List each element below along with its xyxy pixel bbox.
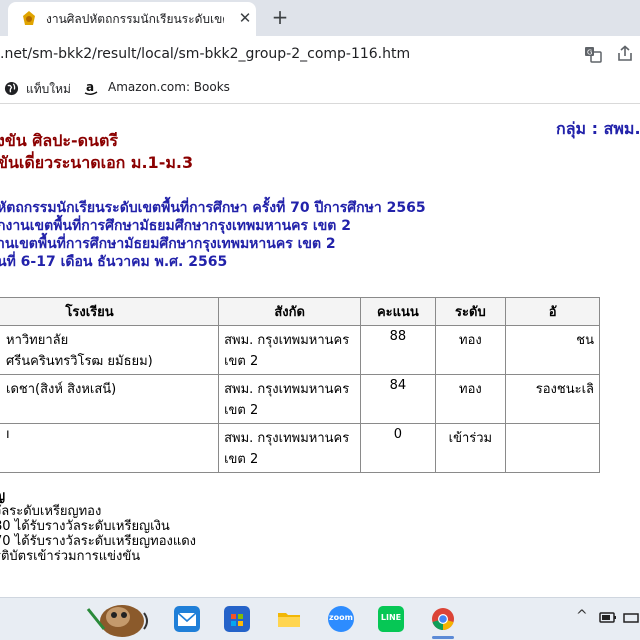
active-app-indicator <box>432 636 454 639</box>
line-icon[interactable]: LINE <box>378 606 404 632</box>
address-bar[interactable]: .net/sm-bkk2/result/local/sm-bkk2_group-… <box>0 46 410 62</box>
event-info-line: นที่ 6-17 เดือน ธันวาคม พ.ศ. 2565 <box>0 254 228 270</box>
tab-strip: งานศิลปหัตถกรรมนักเรียนระดับเขตพื้นที่ ✕… <box>0 0 640 36</box>
level-cell: ทอง <box>434 325 507 375</box>
award-cell: รองชนะเลิ <box>505 374 600 424</box>
score-cell: 88 <box>360 325 436 375</box>
weather-widget-icon[interactable] <box>82 599 154 639</box>
legend-line: 80 ได้รับรางวัลระดับเหรียญเงิน <box>0 519 170 534</box>
address-toolbar: .net/sm-bkk2/result/local/sm-bkk2_group-… <box>0 36 640 72</box>
envelope-glyph-icon <box>177 612 197 626</box>
chrome-icon[interactable] <box>430 606 456 632</box>
folder-icon[interactable] <box>276 606 302 632</box>
zoom-icon[interactable]: zoom <box>328 606 354 632</box>
store-icon[interactable] <box>224 606 250 632</box>
new-tab-button[interactable]: + <box>268 4 292 30</box>
amazon-icon: a <box>84 80 98 95</box>
translate-icon[interactable]: G <box>584 45 602 63</box>
col-affiliation: สังกัด <box>218 297 362 326</box>
seal-favicon-icon <box>23 11 35 25</box>
svg-text:a: a <box>86 80 94 94</box>
col-award: อั <box>505 297 600 326</box>
table-header-row: โรงเรียน สังกัด คะแนน ระดับ อั <box>0 297 600 326</box>
level-cell: ทอง <box>434 374 507 424</box>
score-cell: 84 <box>360 374 436 424</box>
tab-title: งานศิลปหัตถกรรมนักเรียนระดับเขตพื้นที่ <box>46 12 224 26</box>
taskbar: zoom LINE ^ <box>0 597 640 640</box>
results-table: โรงเรียน สังกัด คะแนน ระดับ อั หาวิทยาลั… <box>0 297 600 473</box>
store-tiles-icon <box>231 614 243 626</box>
group-label: กลุ่ม : สพม. <box>556 119 640 138</box>
bookmark-new-tab[interactable]: แท็บใหม่ <box>26 80 71 99</box>
table-row: หาวิทยาลัยศรีนครินทรวิโรฒ ยมัธยม) สพม. ก… <box>0 325 600 375</box>
tray-overflow-icon[interactable]: ^ <box>576 608 588 624</box>
school-cell: เดชา(สิงห์ สิงหเสนี) <box>0 374 220 424</box>
share-icon[interactable] <box>616 45 634 63</box>
legend-line: 70 ได้รับรางวัลระดับเหรียญทองแดง <box>0 534 197 549</box>
col-school: โรงเรียน <box>0 297 220 326</box>
award-cell <box>505 423 600 473</box>
school-cell: หาวิทยาลัยศรีนครินทรวิโรฒ ยมัธยม) <box>0 325 220 375</box>
col-level: ระดับ <box>434 297 507 326</box>
affiliation-cell: สพม. กรุงเทพมหานคร เขต 2 <box>218 325 362 375</box>
bookmarks-bar: แท็บใหม่ a Amazon.com: Books <box>0 72 640 104</box>
legend-line: วัลระดับเหรียญทอง <box>0 504 102 519</box>
award-cell: ชน <box>505 325 600 375</box>
competition-subtitle: ขันเดี่ยวระนาดเอก ม.1-ม.3 <box>0 153 194 172</box>
page-content: ่งขัน ศิลปะ-ดนตรี ขันเดี่ยวระนาดเอก ม.1-… <box>0 105 640 597</box>
globe-icon <box>4 81 19 96</box>
school-cell: ı <box>0 423 220 473</box>
active-tab[interactable]: งานศิลปหัตถกรรมนักเรียนระดับเขตพื้นที่ ✕ <box>8 2 256 36</box>
bookmark-amazon-books[interactable]: Amazon.com: Books <box>108 80 230 94</box>
score-cell: 0 <box>360 423 436 473</box>
score-legend: ญ วัลระดับเหรียญทอง 80 ได้รับรางวัลระดับ… <box>0 489 196 564</box>
mail-icon[interactable] <box>174 606 200 632</box>
close-tab-icon[interactable]: ✕ <box>236 8 254 28</box>
table-row: ı สพม. กรุงเทพมหานคร เขต 2 0 เข้าร่วม <box>0 423 600 473</box>
table-row: เดชา(สิงห์ สิงหเสนี) สพม. กรุงเทพมหานคร … <box>0 374 600 424</box>
svg-text:G: G <box>587 49 592 57</box>
legend-line: รติบัตรเข้าร่วมการแข่งขัน <box>0 549 141 564</box>
chrome-logo-icon <box>432 608 454 630</box>
legend-heading: ญ <box>0 489 196 504</box>
file-explorer-icon <box>278 613 300 627</box>
tray-network-icon[interactable] <box>598 609 618 627</box>
col-score: คะแนน <box>360 297 436 326</box>
level-cell: เข้าร่วม <box>434 423 507 473</box>
affiliation-cell: สพม. กรุงเทพมหานคร เขต 2 <box>218 374 362 424</box>
tray-volume-icon[interactable] <box>622 609 640 627</box>
affiliation-cell: สพม. กรุงเทพมหานคร เขต 2 <box>218 423 362 473</box>
